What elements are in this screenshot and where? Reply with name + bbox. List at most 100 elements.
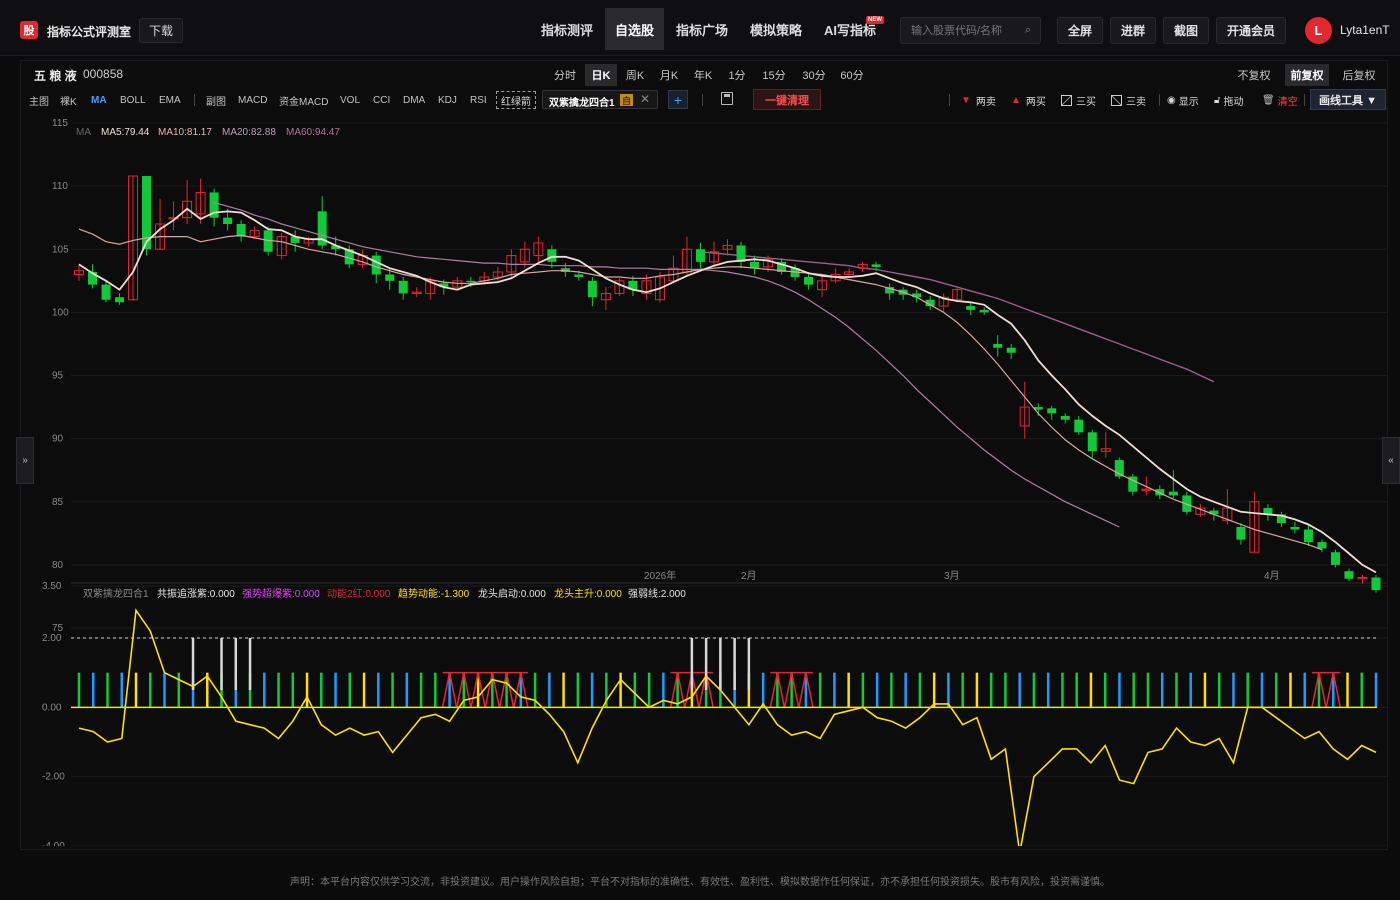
draw-two-buy[interactable]: ▲ 两买 — [1011, 91, 1046, 109]
eye-icon: ◉ — [1167, 94, 1176, 106]
draw-clear[interactable]: 🗑︎ 清空 — [1262, 91, 1298, 109]
candle-body — [750, 261, 760, 269]
sub-legend-item: 共振追涨紫:0.000 — [157, 587, 235, 600]
nav-watchlist[interactable]: 自选股 — [605, 8, 664, 50]
draw-two-sell[interactable]: ▼ 两卖 — [961, 91, 996, 109]
user-avatar[interactable]: L — [1305, 17, 1332, 44]
candle-body — [115, 297, 125, 303]
ma-legend-label: MA — [76, 127, 91, 138]
adjust-forward[interactable]: 前复权 — [1285, 64, 1329, 86]
period-intraday[interactable]: 分时 — [549, 64, 581, 86]
one-click-clear-button[interactable]: 一键清理 — [753, 89, 821, 110]
divider — [1304, 94, 1305, 106]
tab-kdj[interactable]: KDJ — [438, 91, 457, 109]
stock-search[interactable]: ⌕ — [900, 17, 1041, 44]
tab-red-green-arrow[interactable]: 红绿箭 — [496, 91, 536, 109]
app-logo[interactable]: 股 — [20, 21, 38, 39]
candle-body — [979, 309, 989, 313]
close-icon[interactable]: ✕ — [640, 92, 650, 106]
time-label: 2026年 — [644, 569, 676, 582]
divider — [702, 94, 703, 106]
tab-rsi[interactable]: RSI — [470, 91, 487, 109]
candle-body — [1087, 432, 1097, 452]
search-icon[interactable]: ⌕ — [1025, 24, 1031, 37]
divider — [949, 94, 950, 106]
tab-main-chart[interactable]: 主图 — [29, 91, 49, 109]
tab-ema[interactable]: EMA — [159, 91, 181, 109]
indicator-tag-name: 双紫擒龙四合1 — [549, 98, 615, 109]
stock-search-input[interactable] — [901, 18, 1019, 43]
period-15min[interactable]: 15分 — [757, 64, 791, 86]
period-60min[interactable]: 60分 — [835, 64, 869, 86]
expand-right-button[interactable]: « — [1382, 437, 1400, 484]
nav-indicator-plaza[interactable]: 指标广场 — [666, 8, 738, 50]
adjust-backward[interactable]: 后复权 — [1337, 64, 1381, 86]
draw-drag[interactable]: 🔓︎ 拖动 — [1214, 91, 1243, 109]
screenshot-button[interactable]: 截图 — [1163, 17, 1209, 44]
candle-body — [371, 255, 381, 275]
period-monthly[interactable]: 月K — [653, 64, 685, 86]
period-weekly[interactable]: 周K — [619, 64, 651, 86]
indicator-tag[interactable]: 双紫擒龙四合1 自 ✕ — [542, 90, 658, 109]
tab-ma[interactable]: MA — [91, 91, 107, 109]
nav-sim-strategy[interactable]: 模拟策略 — [740, 8, 812, 50]
y-tick-label: 105 — [52, 244, 69, 255]
nav-ai-indicator[interactable]: AI写指标 — [814, 8, 886, 50]
trash-icon: 🗑︎ — [1262, 94, 1275, 106]
expand-left-button[interactable]: » — [16, 437, 34, 484]
candle-body — [101, 284, 111, 300]
divider — [194, 94, 195, 106]
candle-body — [398, 280, 408, 294]
fullscreen-button[interactable]: 全屏 — [1057, 17, 1103, 44]
line-tool-icon — [1111, 94, 1122, 106]
tab-macd[interactable]: MACD — [238, 91, 267, 109]
candle-body — [1006, 347, 1016, 353]
tab-dma[interactable]: DMA — [403, 91, 425, 109]
add-indicator-button[interactable]: + — [668, 90, 688, 109]
lock-icon: 🔓︎ — [1214, 94, 1221, 106]
chart-panel: 五 粮 液 000858 分时 日K 周K 月K 年K 1分 15分 30分 6… — [20, 60, 1388, 850]
download-button[interactable]: 下载 — [139, 18, 183, 43]
y-tick-label: 2.00 — [42, 633, 62, 644]
tab-boll[interactable]: BOLL — [120, 91, 146, 109]
kline-chart[interactable]: 11511010510095908580753.502.000.00-2.00-… — [21, 116, 1387, 846]
disclaimer: 声明：本平台内容仅供学习交流，非投资建议。用户操作风险自担；平台不对指标的准确性… — [290, 877, 1110, 888]
period-30min[interactable]: 30分 — [797, 64, 831, 86]
candle-body — [1060, 415, 1070, 420]
draw-three-buy[interactable]: 三买 — [1061, 91, 1096, 109]
period-1min[interactable]: 1分 — [721, 64, 753, 86]
candle-body — [1236, 527, 1246, 540]
tab-sub-chart[interactable]: 副图 — [206, 91, 226, 109]
save-icon[interactable] — [721, 92, 733, 105]
tab-cci[interactable]: CCI — [373, 91, 390, 109]
sub-legend-item: 趋势动能:-1.300 — [398, 587, 470, 600]
join-group-button[interactable]: 进群 — [1110, 17, 1156, 44]
membership-button[interactable]: 开通会员 — [1216, 17, 1286, 44]
candle-body — [695, 249, 705, 262]
candle-body — [966, 306, 976, 310]
tab-vol[interactable]: VOL — [340, 91, 360, 109]
draw-show[interactable]: ◉ 显示 — [1167, 91, 1199, 109]
y-tick-label: 95 — [52, 371, 64, 382]
candle-body — [385, 274, 395, 281]
stock-name: 五 粮 液 — [34, 69, 77, 83]
y-tick-label: -2.00 — [42, 772, 65, 783]
nav-indicator-review[interactable]: 指标测评 — [530, 8, 604, 50]
period-daily[interactable]: 日K — [585, 64, 617, 86]
tab-naked-k[interactable]: 裸K — [60, 91, 77, 109]
candle-body — [871, 264, 881, 267]
app-name[interactable]: 指标公式评测室 — [47, 23, 131, 40]
candle-body — [1330, 552, 1340, 565]
y-tick-label: 80 — [52, 560, 64, 571]
trend-momentum-line — [78, 608, 1377, 846]
draw-three-sell[interactable]: 三卖 — [1111, 91, 1146, 109]
adjust-none[interactable]: 不复权 — [1233, 64, 1275, 86]
ma60-legend: MA60:94.47 — [286, 127, 340, 138]
candle-body — [1074, 419, 1084, 433]
period-yearly[interactable]: 年K — [687, 64, 719, 86]
candle-body — [574, 274, 584, 278]
draw-tools-button[interactable]: 画线工具 ▼ — [1310, 89, 1386, 110]
tab-fund-macd[interactable]: 资金MACD — [279, 91, 328, 109]
candle-body — [1303, 529, 1313, 543]
user-name[interactable]: Lyta1enT — [1340, 23, 1390, 37]
